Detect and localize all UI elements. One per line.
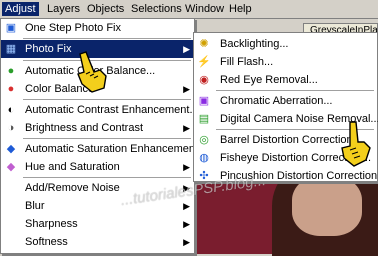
submenu-arrow-icon: ▶ xyxy=(183,84,190,94)
noise-removal-icon: ▤ xyxy=(198,113,210,125)
red-eye-icon: ◉ xyxy=(199,74,209,86)
submenu-arrow-icon: ▶ xyxy=(183,162,190,172)
menu-separator xyxy=(216,129,374,130)
menu-item-hue-and-saturation[interactable]: ◆ Hue and Saturation ▶ xyxy=(1,158,194,176)
photo-fix-submenu: ✺ Backlighting... ⚡ Fill Flash... ◉ Red … xyxy=(193,32,378,182)
chromatic-aberration-icon: ▣ xyxy=(198,95,210,107)
brightness-icon: ◑ xyxy=(7,122,15,134)
hue-icon: ◆ xyxy=(6,161,16,173)
contrast-icon: ◐ xyxy=(7,104,15,116)
menu-window[interactable]: Window xyxy=(182,2,227,16)
menu-item-fill-flash[interactable]: ⚡ Fill Flash... xyxy=(194,53,377,71)
submenu-arrow-icon: ▶ xyxy=(183,123,190,133)
menu-item-blur[interactable]: Blur ▶ xyxy=(1,197,194,215)
adjust-menu: ▣ One Step Photo Fix ▦ Photo Fix ▶ ● Aut… xyxy=(0,18,207,254)
submenu-arrow-icon: ▶ xyxy=(183,237,190,247)
one-step-photo-fix-icon: ▣ xyxy=(5,22,17,34)
fill-flash-icon: ⚡ xyxy=(197,56,211,68)
submenu-arrow-icon: ▶ xyxy=(183,219,190,229)
photo-subject-face xyxy=(292,176,362,236)
backlighting-icon: ✺ xyxy=(199,38,209,50)
menu-adjust[interactable]: Adjust xyxy=(2,2,39,16)
menu-item-automatic-saturation-enhancement[interactable]: ◆ Automatic Saturation Enhancement... xyxy=(1,140,207,158)
photo-fix-icon: ▦ xyxy=(5,43,17,55)
menu-item-photo-fix[interactable]: ▦ Photo Fix ▶ xyxy=(1,40,194,58)
menu-item-automatic-contrast-enhancement[interactable]: ◐ Automatic Contrast Enhancement... xyxy=(1,101,199,119)
submenu-arrow-icon: ▶ xyxy=(183,183,190,193)
saturation-icon: ◆ xyxy=(6,143,16,155)
menu-separator xyxy=(23,177,191,178)
submenu-arrow-icon: ▶ xyxy=(183,44,190,54)
menu-item-add-remove-noise[interactable]: Add/Remove Noise ▶ xyxy=(1,179,194,197)
menu-separator xyxy=(23,60,191,61)
menu-item-sharpness[interactable]: Sharpness ▶ xyxy=(1,215,194,233)
menu-item-softness[interactable]: Softness ▶ xyxy=(1,233,194,251)
menu-item-pincushion-distortion-correction[interactable]: ✣ Pincushion Distortion Correction... xyxy=(194,167,378,185)
menu-item-one-step-photo-fix[interactable]: ▣ One Step Photo Fix xyxy=(1,19,194,37)
menu-item-automatic-color-balance[interactable]: ● Automatic Color Balance... xyxy=(1,62,194,80)
menu-separator xyxy=(23,99,191,100)
menu-item-brightness-and-contrast[interactable]: ◑ Brightness and Contrast ▶ xyxy=(1,119,194,137)
menu-help[interactable]: Help xyxy=(226,2,255,16)
menu-item-color-balance[interactable]: ● Color Balance ▶ xyxy=(1,80,194,98)
menu-selections[interactable]: Selections xyxy=(128,2,185,16)
menu-bar: Adjust Layers Objects Selections Window … xyxy=(0,0,378,19)
menu-separator xyxy=(23,38,191,39)
menu-item-backlighting[interactable]: ✺ Backlighting... xyxy=(194,35,377,53)
pincushion-icon: ✣ xyxy=(199,170,209,182)
menu-separator xyxy=(23,138,191,139)
color-balance-icon: ● xyxy=(7,83,15,95)
menu-item-red-eye-removal[interactable]: ◉ Red Eye Removal... xyxy=(194,71,377,89)
menu-item-chromatic-aberration[interactable]: ▣ Chromatic Aberration... xyxy=(194,92,377,110)
menu-item-fisheye-distortion-correction[interactable]: ◍ Fisheye Distortion Correction... xyxy=(194,149,377,167)
menu-separator xyxy=(216,90,374,91)
menu-objects[interactable]: Objects xyxy=(84,2,127,16)
menu-layers[interactable]: Layers xyxy=(44,2,83,16)
fisheye-icon: ◍ xyxy=(199,152,209,164)
color-balance-icon: ● xyxy=(7,65,15,77)
submenu-arrow-icon: ▶ xyxy=(183,201,190,211)
barrel-distortion-icon: ◎ xyxy=(199,134,209,146)
menu-item-digital-camera-noise-removal[interactable]: ▤ Digital Camera Noise Removal... xyxy=(194,110,378,128)
menu-item-barrel-distortion-correction[interactable]: ◎ Barrel Distortion Correction... xyxy=(194,131,377,149)
